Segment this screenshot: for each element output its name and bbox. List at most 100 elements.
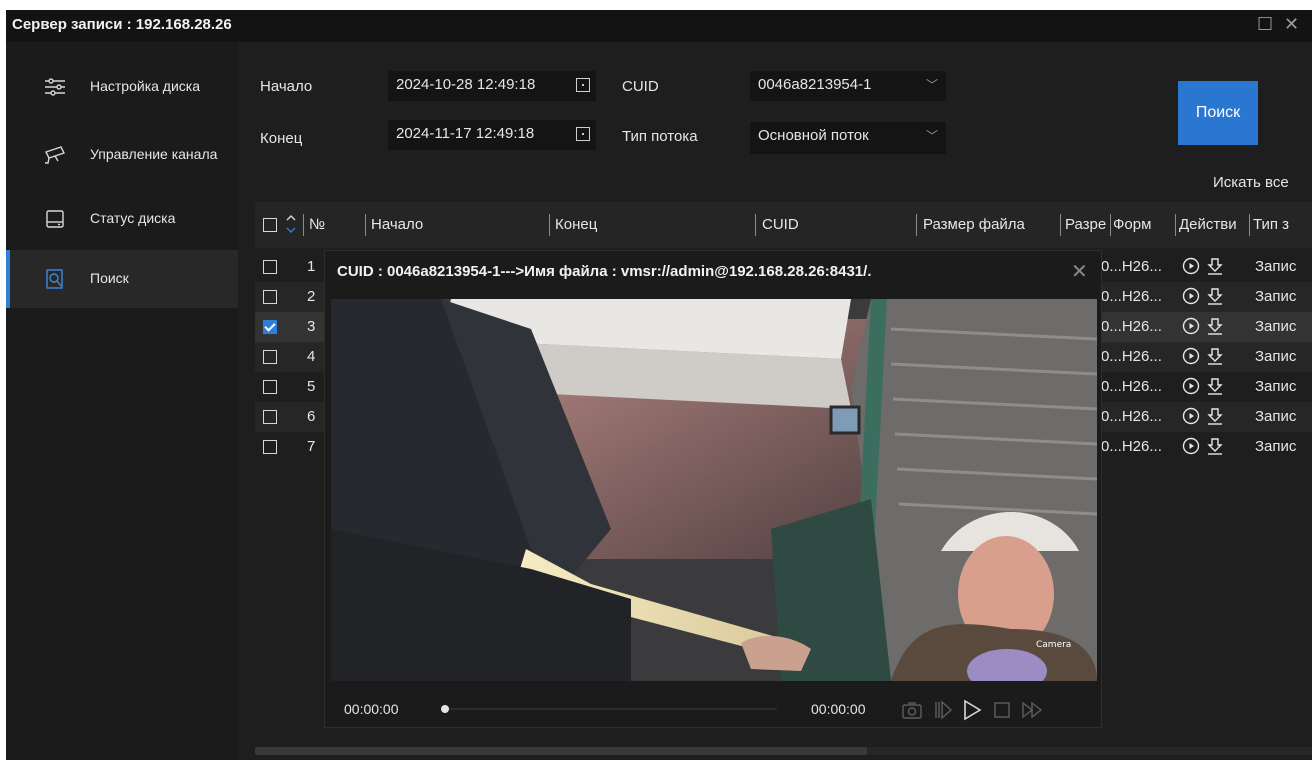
row-format: 0...H26...	[1101, 348, 1162, 365]
column-header-file-size[interactable]: Размер файла	[923, 216, 1025, 233]
row-checkbox[interactable]	[263, 440, 277, 454]
row-format: 0...H26...	[1101, 288, 1162, 305]
play-icon[interactable]	[1182, 287, 1200, 305]
chevron-down-icon: ﹀	[925, 129, 938, 143]
row-number: 2	[307, 288, 316, 305]
sidebar-item-label: Управление канала	[90, 146, 218, 162]
row-number: 5	[307, 378, 316, 395]
close-icon[interactable]: ✕	[1284, 14, 1299, 34]
row-format: 0...H26...	[1101, 378, 1162, 395]
cuid-select-value: 0046a8213954-1	[758, 76, 872, 93]
total-time: 00:00:00	[811, 701, 866, 717]
fast-forward-icon[interactable]	[1021, 699, 1043, 721]
column-header-start[interactable]: Начало	[371, 216, 423, 233]
play-icon[interactable]	[1182, 317, 1200, 335]
row-checkbox[interactable]	[263, 320, 277, 334]
snapshot-icon[interactable]	[901, 699, 923, 721]
play-icon[interactable]	[1182, 257, 1200, 275]
start-datetime-value: 2024-10-28 12:49:18	[396, 76, 536, 93]
video-watermark: Camera	[1036, 640, 1071, 650]
calendar-icon[interactable]	[576, 78, 590, 92]
search-all-link[interactable]: Искать все	[1213, 174, 1289, 191]
play-icon[interactable]	[1182, 347, 1200, 365]
video-still: Camera	[331, 299, 1097, 681]
row-checkbox[interactable]	[263, 380, 277, 394]
row-record-type: Запис	[1255, 438, 1297, 455]
sidebar-item-disk-settings[interactable]: Настройка диска	[6, 58, 238, 116]
download-icon[interactable]	[1206, 257, 1224, 275]
sidebar-item-label: Статус диска	[90, 210, 176, 226]
sidebar-item-disk-status[interactable]: Статус диска	[6, 190, 238, 248]
stream-type-select[interactable]: Основной поток ﹀	[750, 122, 946, 154]
horizontal-scrollbar[interactable]	[255, 747, 1312, 755]
play-icon[interactable]	[1182, 377, 1200, 395]
start-datetime-field[interactable]: 2024-10-28 12:49:18	[388, 71, 596, 101]
play-icon[interactable]	[1182, 407, 1200, 425]
download-icon[interactable]	[1206, 377, 1224, 395]
download-icon[interactable]	[1206, 287, 1224, 305]
stream-type-value: Основной поток	[758, 127, 869, 144]
sidebar-item-label: Настройка диска	[90, 78, 201, 94]
row-record-type: Запис	[1255, 318, 1297, 335]
chevron-down-icon: ﹀	[925, 78, 938, 92]
video-frame[interactable]: Camera	[331, 299, 1097, 681]
column-header-actions[interactable]: Действи	[1179, 216, 1243, 233]
row-checkbox[interactable]	[263, 290, 277, 304]
sidebar-item-label: Поиск	[90, 270, 129, 286]
play-icon[interactable]	[961, 699, 983, 721]
step-back-icon[interactable]	[931, 699, 953, 721]
column-header-record-type[interactable]: Тип з	[1253, 216, 1289, 233]
end-label: Конец	[260, 130, 303, 147]
row-number: 7	[307, 438, 316, 455]
row-format: 0...H26...	[1101, 438, 1162, 455]
app-window: Сервер записи : 192.168.28.26 ☐ ✕ Настро…	[6, 10, 1312, 760]
table-header: № Начало Конец CUID Размер файла Разре Ф…	[255, 202, 1312, 248]
maximize-icon[interactable]: ☐	[1257, 14, 1273, 34]
row-record-type: Запис	[1255, 348, 1297, 365]
download-icon[interactable]	[1206, 437, 1224, 455]
download-icon[interactable]	[1206, 407, 1224, 425]
stream-type-label: Тип потока	[622, 128, 698, 145]
row-format: 0...H26...	[1101, 258, 1162, 275]
scrollbar-thumb[interactable]	[255, 747, 867, 755]
download-icon[interactable]	[1206, 317, 1224, 335]
row-record-type: Запис	[1255, 258, 1297, 275]
download-icon[interactable]	[1206, 347, 1224, 365]
row-record-type: Запис	[1255, 378, 1297, 395]
calendar-icon[interactable]	[576, 127, 590, 141]
cuid-select[interactable]: 0046a8213954-1 ﹀	[750, 71, 946, 101]
sort-icon[interactable]	[285, 212, 297, 236]
row-number: 4	[307, 348, 316, 365]
row-checkbox[interactable]	[263, 260, 277, 274]
title-bar: Сервер записи : 192.168.28.26 ☐ ✕	[6, 10, 1312, 42]
disk-icon	[46, 210, 64, 228]
sidebar-item-search[interactable]: Поиск	[6, 250, 238, 308]
search-button[interactable]: Поиск	[1178, 81, 1258, 145]
search-doc-icon	[46, 269, 63, 289]
start-label: Начало	[260, 78, 313, 95]
sidebar-item-channel-management[interactable]: Управление канала	[6, 126, 238, 184]
seek-knob[interactable]	[441, 705, 449, 713]
row-format: 0...H26...	[1101, 318, 1162, 335]
stop-icon[interactable]	[991, 699, 1013, 721]
row-checkbox[interactable]	[263, 350, 277, 364]
row-checkbox[interactable]	[263, 410, 277, 424]
select-all-checkbox[interactable]	[263, 218, 277, 232]
current-time: 00:00:00	[344, 701, 399, 717]
column-header-end[interactable]: Конец	[555, 216, 597, 233]
cuid-label: CUID	[622, 78, 659, 95]
column-header-resolution[interactable]: Разре	[1065, 216, 1109, 233]
end-datetime-value: 2024-11-17 12:49:18	[396, 125, 535, 142]
play-icon[interactable]	[1182, 437, 1200, 455]
row-format: 0...H26...	[1101, 408, 1162, 425]
close-icon[interactable]: ✕	[1071, 259, 1088, 284]
camera-icon	[45, 146, 65, 164]
video-player-dialog: CUID : 0046a8213954-1--->Имя файла : vms…	[324, 250, 1102, 728]
seek-bar[interactable]	[441, 705, 777, 713]
column-header-cuid[interactable]: CUID	[762, 216, 799, 233]
end-datetime-field[interactable]: 2024-11-17 12:49:18	[388, 120, 596, 150]
column-header-format[interactable]: Форм	[1113, 216, 1153, 233]
column-header-no[interactable]: №	[309, 216, 325, 233]
window-title: Сервер записи : 192.168.28.26	[12, 16, 232, 33]
row-number: 6	[307, 408, 316, 425]
